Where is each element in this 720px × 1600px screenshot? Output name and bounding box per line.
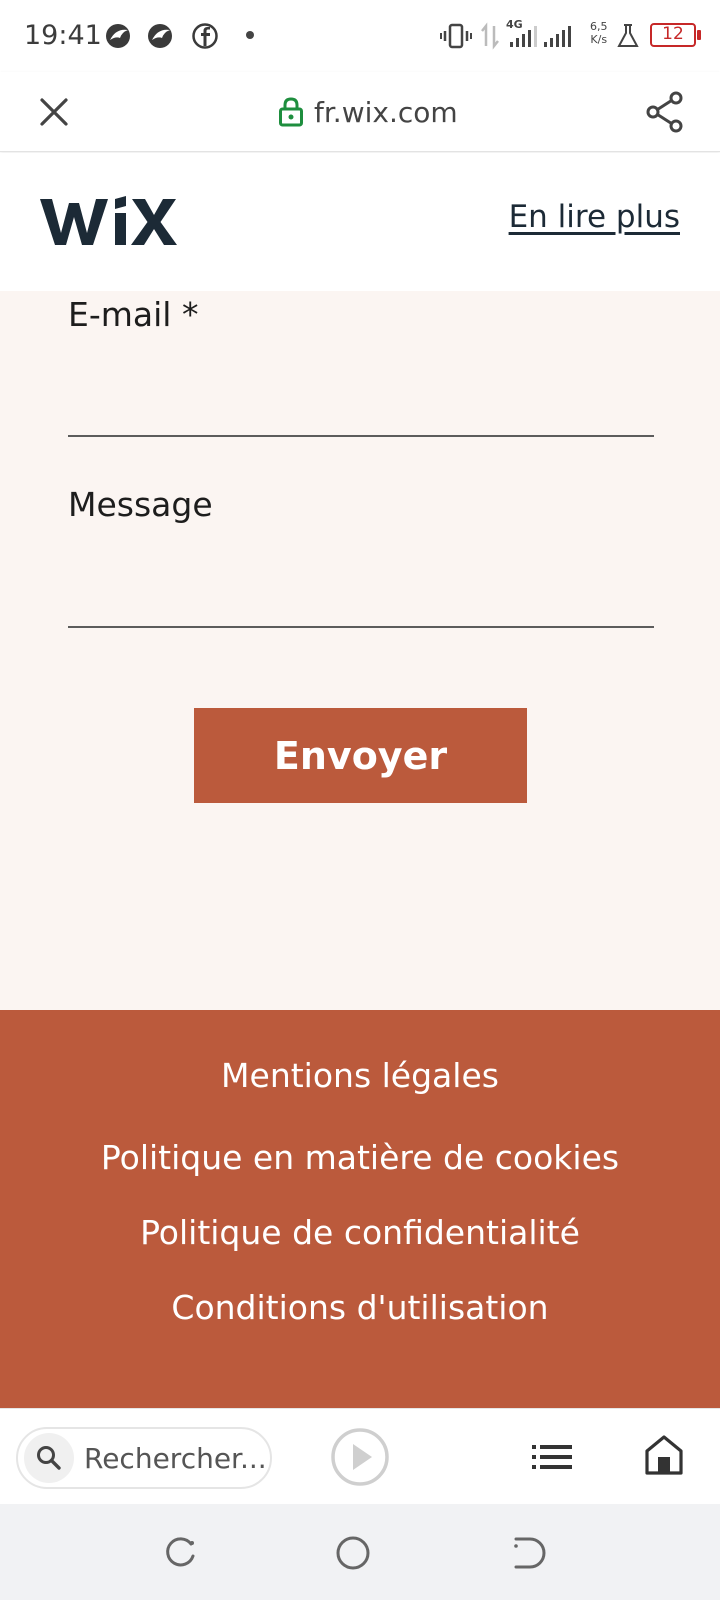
footer-link-privacy[interactable]: Politique de confidentialité bbox=[0, 1213, 720, 1252]
footer-link-cookies[interactable]: Politique en matière de cookies bbox=[0, 1138, 720, 1177]
status-time: 19:41 bbox=[24, 20, 102, 51]
read-more-link[interactable]: En lire plus bbox=[509, 199, 680, 235]
data-transfer-icon bbox=[481, 22, 499, 50]
message-field[interactable] bbox=[68, 553, 654, 613]
footer-link-legal[interactable]: Mentions légales bbox=[0, 1056, 720, 1095]
home-circle-icon[interactable] bbox=[334, 1534, 372, 1572]
share-icon[interactable] bbox=[644, 90, 686, 134]
signal-icon bbox=[544, 26, 571, 47]
email-field[interactable] bbox=[68, 363, 654, 423]
list-icon[interactable] bbox=[530, 1435, 574, 1479]
email-label: E-mail * bbox=[68, 295, 199, 334]
network-speed: 6,5 K/s bbox=[590, 20, 608, 46]
recents-icon[interactable] bbox=[161, 1534, 199, 1572]
status-bar: 19:41 4G 6,5 K/s 12 bbox=[0, 0, 720, 72]
search-placeholder: Rechercher... bbox=[84, 1441, 267, 1475]
url-text: fr.wix.com bbox=[314, 95, 458, 129]
wix-logo[interactable] bbox=[40, 193, 180, 251]
address-bar[interactable]: fr.wix.com bbox=[278, 94, 458, 130]
home-icon[interactable] bbox=[644, 1433, 684, 1477]
email-underline bbox=[68, 435, 654, 437]
message-label: Message bbox=[68, 485, 213, 524]
browser-bottom-bar: Rechercher... bbox=[0, 1408, 720, 1504]
play-icon[interactable] bbox=[330, 1427, 390, 1487]
lab-flask-icon bbox=[617, 24, 639, 47]
bird-notification-icon bbox=[106, 24, 130, 48]
footer-link-terms[interactable]: Conditions d'utilisation bbox=[0, 1288, 720, 1327]
lock-icon bbox=[279, 97, 303, 127]
battery-indicator: 12 bbox=[650, 23, 701, 47]
back-icon[interactable] bbox=[508, 1534, 546, 1572]
search-icon-wrap bbox=[24, 1433, 74, 1483]
browser-toolbar: fr.wix.com bbox=[0, 72, 720, 152]
system-navigation-bar bbox=[0, 1504, 720, 1600]
bird-notification-icon bbox=[148, 24, 172, 48]
message-underline bbox=[68, 626, 654, 628]
search-input[interactable]: Rechercher... bbox=[16, 1427, 272, 1489]
search-icon bbox=[37, 1446, 61, 1470]
network-speed-unit: K/s bbox=[590, 33, 608, 46]
vibrate-icon bbox=[440, 23, 472, 49]
close-icon[interactable] bbox=[34, 92, 74, 132]
site-header: En lire plus bbox=[0, 153, 720, 291]
send-button[interactable]: Envoyer bbox=[194, 708, 527, 803]
site-footer: Mentions légales Politique en matière de… bbox=[0, 1010, 720, 1408]
more-notifications-dot bbox=[246, 31, 254, 39]
network-speed-value: 6,5 bbox=[590, 20, 608, 33]
contact-form: E-mail * Message Envoyer bbox=[0, 291, 720, 1010]
facebook-icon bbox=[192, 23, 218, 49]
